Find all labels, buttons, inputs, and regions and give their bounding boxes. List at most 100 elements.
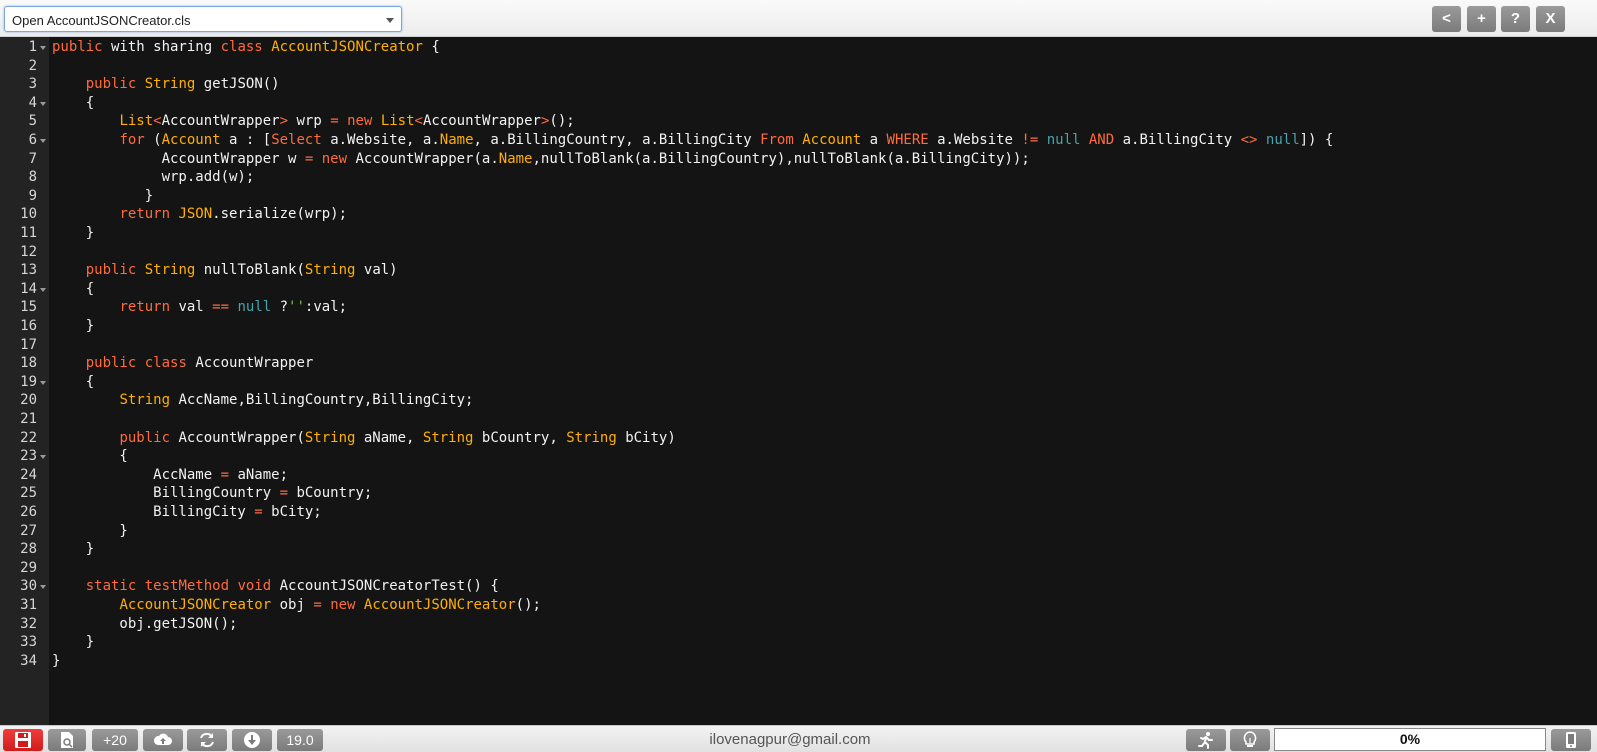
code-line[interactable] xyxy=(49,410,1597,429)
code-line[interactable]: } xyxy=(49,317,1597,336)
close-button[interactable]: X xyxy=(1536,6,1565,32)
code-token: AccName xyxy=(52,466,221,483)
code-token: String xyxy=(304,429,356,446)
fold-arrow-icon[interactable] xyxy=(40,139,46,143)
code-token: with sharing xyxy=(102,39,221,55)
code-area[interactable]: public with sharing class AccountJSONCre… xyxy=(49,37,1597,725)
code-line[interactable]: } xyxy=(49,224,1597,243)
code-editor[interactable]: 1 2 3 4 5 6 7 8 9 10 11 12 13 14 15 16 17 18 19 20 21 22 23 24 2… xyxy=(0,37,1597,725)
code-token: Select xyxy=(271,132,322,148)
api-version-button[interactable]: 19.0 xyxy=(277,729,323,751)
code-token: { xyxy=(52,373,95,390)
code-line[interactable]: AccName = aName; xyxy=(49,466,1597,485)
code-token: = xyxy=(313,597,322,613)
code-line[interactable]: } xyxy=(49,187,1597,206)
code-token: = xyxy=(330,113,339,130)
code-line[interactable]: return JSON.serialize(wrp); xyxy=(49,205,1597,224)
code-line[interactable]: List<AccountWrapper> wrp = new List<Acco… xyxy=(49,112,1597,131)
code-line[interactable]: BillingCountry = bCountry; xyxy=(49,484,1597,503)
code-line[interactable]: { xyxy=(49,373,1597,392)
save-button[interactable] xyxy=(3,729,43,751)
mobile-view-button[interactable] xyxy=(1551,729,1591,751)
code-line[interactable]: { xyxy=(49,447,1597,466)
back-button[interactable]: < xyxy=(1432,6,1461,32)
code-line[interactable]: public with sharing class AccountJSONCre… xyxy=(49,38,1597,57)
code-line[interactable] xyxy=(49,57,1597,76)
code-line[interactable]: } xyxy=(49,522,1597,541)
fold-arrow-icon[interactable] xyxy=(40,380,46,385)
code-line[interactable]: static testMethod void AccountJSONCreato… xyxy=(49,577,1597,596)
code-line[interactable]: } xyxy=(49,540,1597,559)
code-token: != xyxy=(1021,132,1039,148)
code-line[interactable]: public String nullToBlank(String val) xyxy=(49,261,1597,280)
code-token: Name xyxy=(439,132,474,148)
line-number: 4 xyxy=(28,94,37,111)
code-token: List xyxy=(380,113,415,130)
code-token: static xyxy=(85,578,137,595)
code-line[interactable] xyxy=(49,243,1597,262)
help-button[interactable]: ? xyxy=(1501,6,1530,32)
code-line[interactable]: return val == null ?'':val; xyxy=(49,298,1597,317)
line-number: 32 xyxy=(20,615,37,632)
code-token: Name xyxy=(498,150,533,167)
code-token: String xyxy=(119,392,171,409)
download-button[interactable] xyxy=(232,729,272,751)
code-token: AccountWrapper xyxy=(422,113,541,130)
code-token: val) xyxy=(355,262,398,279)
fold-arrow-icon[interactable] xyxy=(40,46,46,50)
code-line[interactable]: String AccName,BillingCountry,BillingCit… xyxy=(49,391,1597,410)
code-token: testMethod xyxy=(144,578,230,595)
code-token: wrp.add(w); xyxy=(52,169,255,186)
code-token: = xyxy=(279,485,289,502)
fold-arrow-icon[interactable] xyxy=(40,287,46,292)
code-token: == xyxy=(212,299,230,316)
code-token: public xyxy=(119,429,171,446)
code-line[interactable]: wrp.add(w); xyxy=(49,168,1597,187)
code-token: bCountry, xyxy=(473,429,567,446)
code-line[interactable]: AccountJSONCreator obj = new AccountJSON… xyxy=(49,596,1597,615)
code-line[interactable]: BillingCity = bCity; xyxy=(49,503,1597,522)
refresh-icon xyxy=(200,732,214,748)
increment-button[interactable]: +20 xyxy=(92,729,138,751)
code-line[interactable]: for (Account a : [Select a.Website, a.Na… xyxy=(49,131,1597,150)
code-line[interactable] xyxy=(49,336,1597,355)
file-search-button[interactable] xyxy=(48,729,86,751)
code-line[interactable]: public AccountWrapper(String aName, Stri… xyxy=(49,429,1597,448)
add-button[interactable]: + xyxy=(1467,6,1496,32)
code-line[interactable]: { xyxy=(49,280,1597,299)
code-token: :val; xyxy=(304,299,348,316)
code-token: bCity; xyxy=(262,504,322,520)
code-line[interactable]: public String getJSON() xyxy=(49,75,1597,94)
file-select-dropdown[interactable]: Open AccountJSONCreator.cls xyxy=(4,6,402,32)
fold-arrow-icon[interactable] xyxy=(40,101,46,106)
fold-arrow-icon[interactable] xyxy=(40,455,46,460)
code-token: .serialize(wrp); xyxy=(212,206,348,223)
line-number: 20 xyxy=(20,392,37,409)
code-line[interactable]: public class AccountWrapper xyxy=(49,354,1597,373)
code-line[interactable]: obj.getJSON(); xyxy=(49,615,1597,634)
line-number: 30 xyxy=(20,578,37,595)
code-line[interactable]: { xyxy=(49,94,1597,113)
line-number: 7 xyxy=(28,150,37,167)
code-token: (); xyxy=(515,597,541,613)
line-number: 11 xyxy=(20,225,37,241)
run-tests-button[interactable] xyxy=(1186,729,1226,751)
code-line[interactable] xyxy=(49,559,1597,578)
deploy-button[interactable] xyxy=(143,729,183,751)
fold-arrow-icon[interactable] xyxy=(40,585,46,590)
chevron-down-icon xyxy=(386,18,394,23)
code-line[interactable]: AccountWrapper w = new AccountWrapper(a.… xyxy=(49,150,1597,169)
code-line[interactable]: } xyxy=(49,633,1597,652)
code-line[interactable]: } xyxy=(49,652,1597,671)
hint-button[interactable] xyxy=(1230,729,1270,751)
refresh-button[interactable] xyxy=(187,729,227,751)
